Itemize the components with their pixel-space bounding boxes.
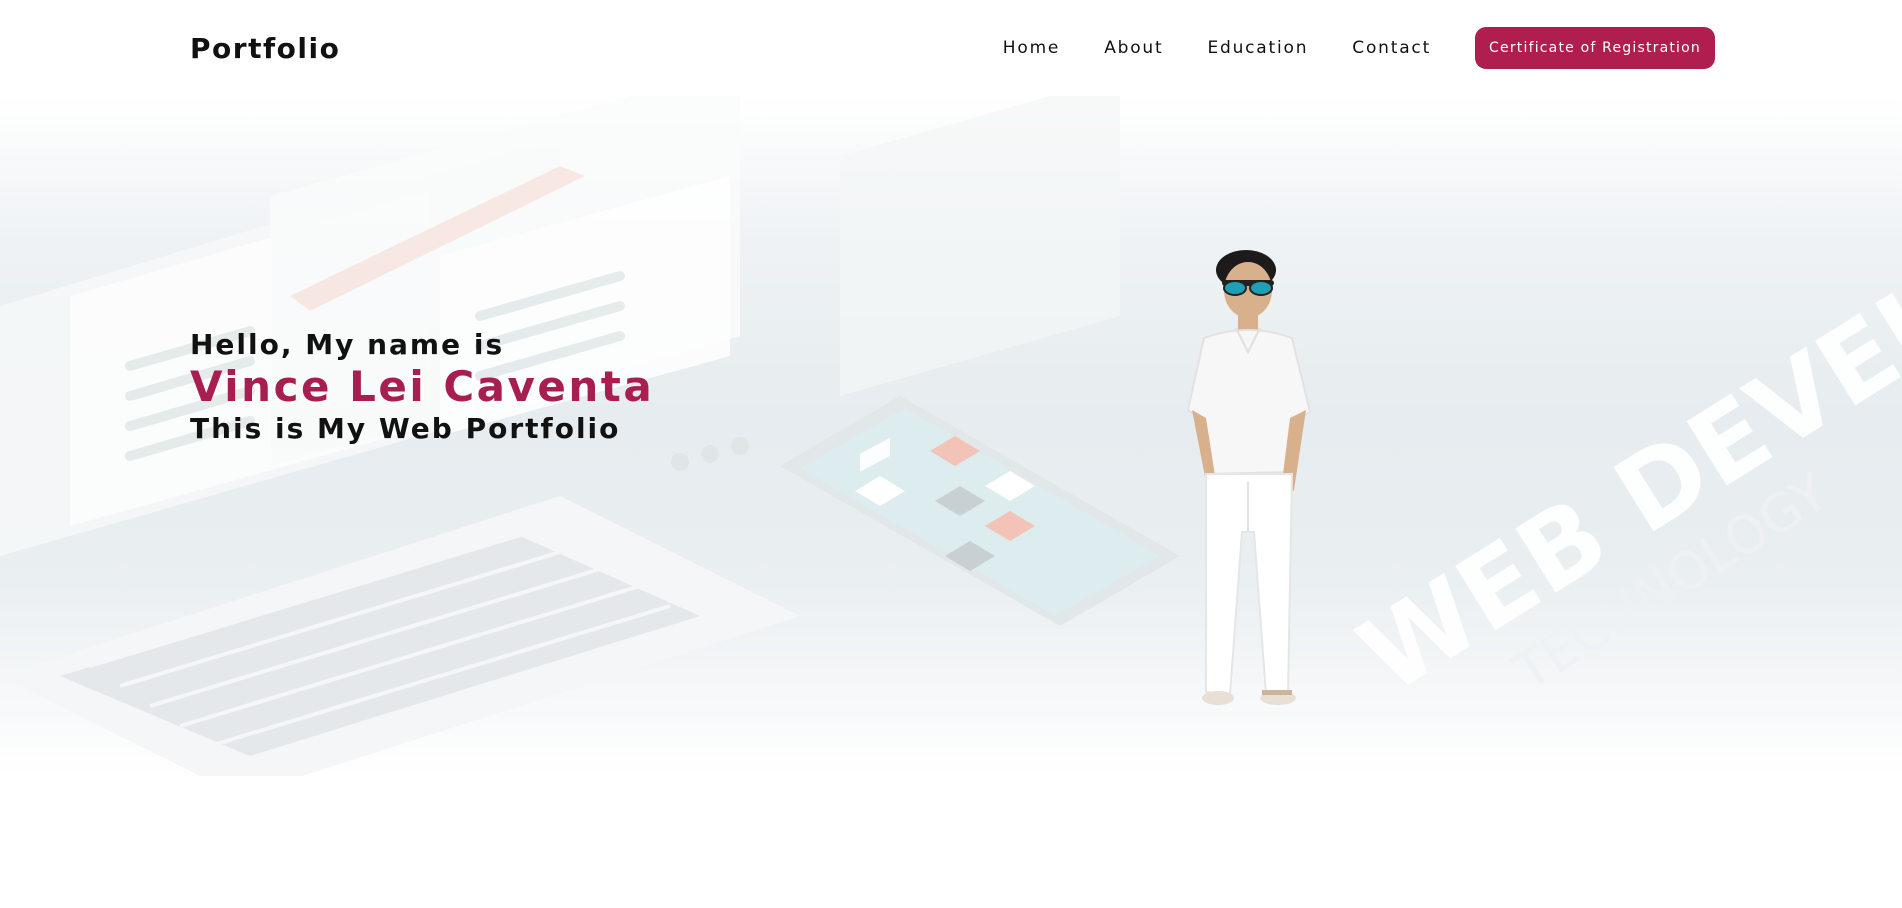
- background-phone: [780, 396, 1180, 626]
- hero-name: Vince Lei Caventa: [190, 362, 655, 411]
- background-laptop: [0, 496, 800, 776]
- nav-contact[interactable]: Contact: [1352, 38, 1431, 58]
- portfolio-page: Portfolio Home About Education Contact C…: [0, 0, 1902, 908]
- profile-photo: [1186, 250, 1312, 705]
- background-screens: [0, 96, 749, 556]
- nav-about[interactable]: About: [1104, 38, 1163, 58]
- nav-home[interactable]: Home: [1003, 38, 1060, 58]
- hero-tagline: This is My Web Portfolio: [190, 412, 621, 445]
- background-isometric-text: WEB DEVELOPMENT TECHNOLOGY: [1339, 96, 1902, 717]
- site-header: Portfolio Home About Education Contact C…: [0, 0, 1902, 96]
- hero-greeting: Hello, My name is: [190, 328, 505, 361]
- main-nav: Home About Education Contact Certificate…: [959, 27, 1715, 69]
- hero-section: WEB DEVELOPMENT TECHNOLOGY Hello, My nam…: [0, 96, 1902, 776]
- nav-education[interactable]: Education: [1207, 38, 1308, 58]
- brand-logo[interactable]: Portfolio: [190, 32, 340, 65]
- hero-intro: Hello, My name is Vince Lei Caventa This…: [190, 328, 654, 446]
- certificate-button[interactable]: Certificate of Registration: [1475, 27, 1715, 69]
